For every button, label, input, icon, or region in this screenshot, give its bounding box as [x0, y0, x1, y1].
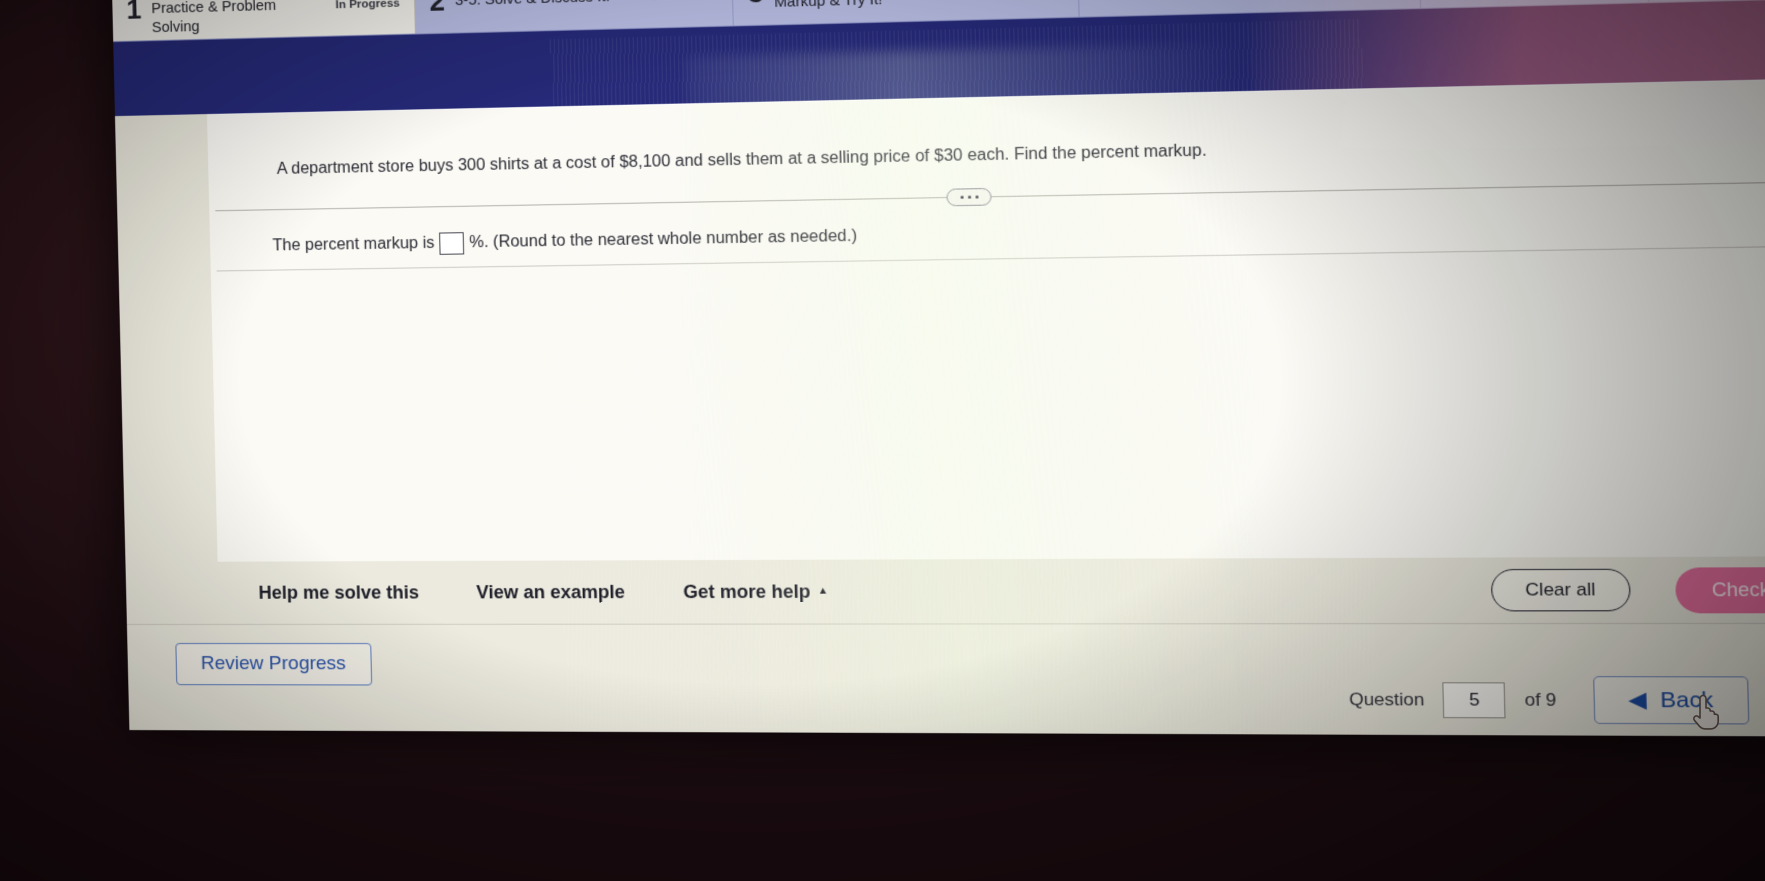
tab-label: 3-5: Ex 1: Find the Percent Markup & Try… [774, 0, 883, 11]
tab-label: 3-5: Solve & Discuss It! [455, 0, 610, 11]
get-more-help-label: Get more help [683, 580, 811, 602]
tab-label: 3-5: MathXL for School: Practice & Probl… [151, 0, 277, 36]
photographed-monitor: • 7.3.5 Solve Markup and Markdown Proble… [0, 0, 1765, 881]
dot [967, 195, 971, 199]
dot [974, 195, 979, 199]
tab-1-mathxl-practice[interactable]: 1 3-5: MathXL for School: Practice & Pro… [111, 0, 416, 42]
tab-number: 3 [747, 0, 764, 9]
footer-bar: Review Progress Question 5 of 9 ◀ Back N… [126, 622, 1765, 738]
help-me-solve-this-link[interactable]: Help me solve this [258, 582, 419, 604]
caret-up-icon: ▲ [817, 584, 829, 597]
tab-number: 1 [126, 0, 142, 25]
tab-status: Not Started [636, 0, 717, 3]
answer-row: The percent markup is %. (Round to the n… [272, 225, 857, 257]
monitor-screen: • 7.3.5 Solve Markup and Markdown Proble… [110, 0, 1765, 738]
back-label: Back [1659, 687, 1714, 713]
answer-action-buttons: Clear all Check answer [1490, 566, 1765, 613]
question-text: A department store buys 300 shirts at a … [276, 142, 1207, 178]
question-navigation: Question 5 of 9 ◀ Back Next ▶ [1348, 675, 1765, 726]
clear-all-button[interactable]: Clear all [1490, 568, 1631, 612]
answer-input[interactable] [439, 232, 465, 255]
question-total-label: of 9 [1524, 689, 1557, 710]
view-an-example-link[interactable]: View an example [476, 581, 625, 603]
back-arrow-icon: ◀ [1628, 687, 1647, 713]
tab-status: In Progress [335, 0, 400, 11]
check-answer-button[interactable]: Check answer [1674, 566, 1765, 613]
problem-paper: A department store buys 300 shirts at a … [206, 76, 1765, 562]
help-and-actions-row: Help me solve this View an example Get m… [125, 555, 1765, 625]
tab-number: 2 [429, 0, 446, 17]
answer-prompt: The percent markup is [272, 234, 435, 255]
expand-ellipsis-button[interactable] [946, 187, 992, 207]
back-button[interactable]: ◀ Back [1592, 676, 1749, 725]
question-number-input[interactable]: 5 [1442, 681, 1507, 718]
question-label: Question [1348, 688, 1425, 710]
answer-units-note: %. (Round to the nearest whole number as… [469, 227, 858, 252]
dot [959, 195, 964, 199]
review-progress-button[interactable]: Review Progress [175, 643, 372, 686]
get-more-help-link[interactable]: Get more help ▲ [683, 581, 829, 603]
problem-work-area: A department store buys 300 shirts at a … [114, 75, 1765, 562]
